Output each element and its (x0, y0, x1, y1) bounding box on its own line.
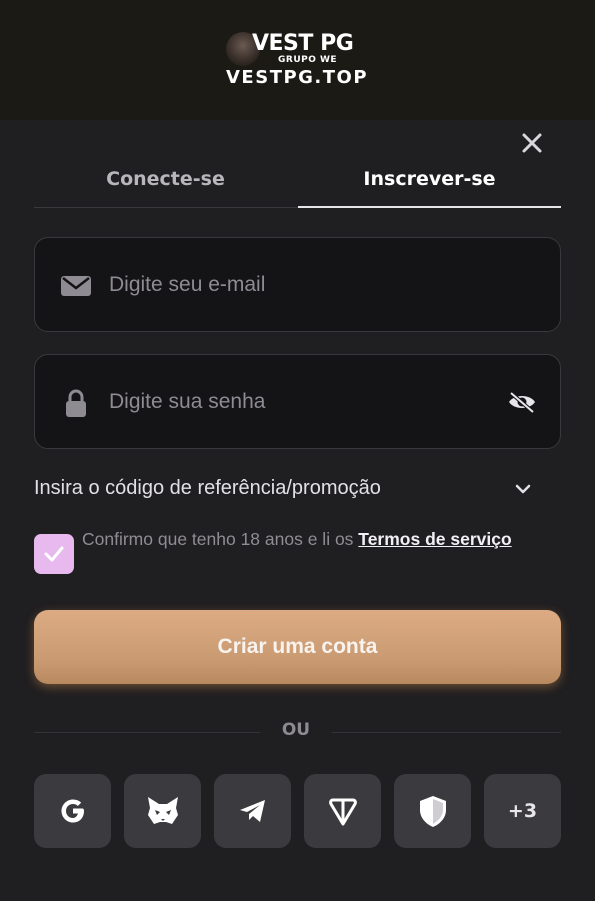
password-input[interactable] (109, 355, 509, 448)
auth-tabs: Conecte-se Inscrever-se (34, 150, 561, 210)
logo-subtext: GRUPO WE (278, 55, 338, 65)
eye-slash-icon[interactable] (507, 390, 537, 414)
terms-of-service-link[interactable]: Termos de serviço (358, 529, 511, 549)
consent-label: Confirmo que tenho 18 anos e li os (82, 529, 359, 549)
header: VEST PG GRUPO WE VESTPG.TOP (0, 0, 595, 120)
tab-signup[interactable]: Inscrever-se (298, 150, 561, 208)
lock-icon (66, 389, 86, 417)
consent-text: Confirmo que tenho 18 anos e li os Termo… (82, 524, 552, 554)
shield-icon (419, 796, 446, 827)
email-input[interactable] (109, 238, 509, 331)
brand-logo[interactable]: VEST PG GRUPO WE VESTPG.TOP (226, 30, 371, 92)
more-options-label: +3 (507, 800, 538, 822)
google-icon (61, 799, 84, 823)
or-label: OU (281, 720, 311, 740)
divider-line (332, 732, 561, 733)
more-login-options-button[interactable]: +3 (484, 774, 561, 848)
ton-icon (328, 798, 357, 826)
password-field[interactable] (34, 354, 561, 449)
promo-code-toggle[interactable]: Insira o código de referência/promoção (34, 470, 544, 506)
email-field[interactable] (34, 237, 561, 332)
fox-icon (147, 797, 178, 824)
tab-login[interactable]: Conecte-se (34, 150, 297, 208)
consent-checkbox[interactable] (34, 534, 74, 574)
mail-icon (61, 276, 91, 296)
shield-login-button[interactable] (394, 774, 471, 848)
active-tab-indicator (298, 206, 561, 208)
divider-line (34, 732, 260, 733)
or-divider: OU (34, 718, 561, 746)
promo-code-label: Insira o código de referência/promoção (34, 476, 381, 499)
telegram-icon (239, 800, 265, 822)
age-consent: Confirmo que tenho 18 anos e li os Termo… (34, 524, 554, 584)
ton-login-button[interactable] (304, 774, 381, 848)
metamask-login-button[interactable] (124, 774, 201, 848)
logo-text: VEST PG (252, 31, 354, 56)
chevron-down-icon (515, 484, 531, 494)
checkmark-icon (44, 546, 64, 562)
create-account-button[interactable]: Criar uma conta (34, 610, 561, 684)
telegram-login-button[interactable] (214, 774, 291, 848)
google-login-button[interactable] (34, 774, 111, 848)
site-url: VESTPG.TOP (226, 67, 369, 88)
